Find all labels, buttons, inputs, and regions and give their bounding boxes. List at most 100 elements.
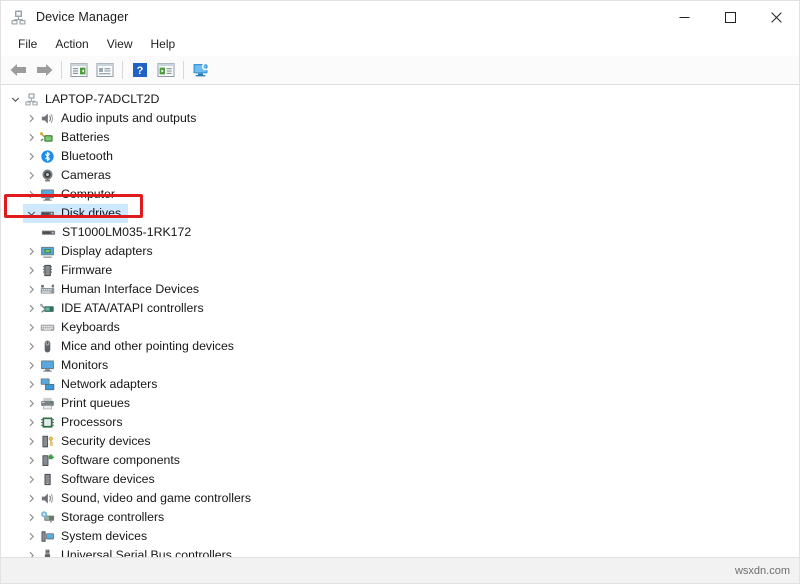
tree-row-label: Processors: [56, 413, 130, 432]
system-device-icon: [39, 528, 56, 545]
tree-row-cameras[interactable]: Cameras: [1, 166, 799, 185]
tree-row-computer[interactable]: Computer: [1, 185, 799, 204]
show-hide-console-tree-button[interactable]: [66, 58, 92, 82]
help-question-icon: ?: [132, 62, 148, 78]
tree-row-label: Batteries: [56, 128, 117, 147]
tree-row-bluetooth[interactable]: Bluetooth: [1, 147, 799, 166]
chevron-right-icon[interactable]: [23, 508, 39, 527]
tree-row-keyboards[interactable]: Keyboards: [1, 318, 799, 337]
tree-row-security-devices[interactable]: Security devices: [1, 432, 799, 451]
tree-row-sound-video-and-game-controllers[interactable]: Sound, video and game controllers: [1, 489, 799, 508]
chevron-right-icon[interactable]: [23, 242, 39, 261]
tree-row-label: Sound, video and game controllers: [56, 489, 258, 508]
menu-help[interactable]: Help: [142, 34, 185, 55]
chevron-down-icon[interactable]: [7, 90, 23, 109]
tree-row-root[interactable]: LAPTOP-7ADCLT2D: [1, 90, 799, 109]
status-footer: wsxdn.com: [1, 558, 799, 583]
help-button[interactable]: ?: [127, 58, 153, 82]
tree-row-label: Display adapters: [56, 242, 160, 261]
properties-button[interactable]: [92, 58, 118, 82]
tree-row-label: LAPTOP-7ADCLT2D: [40, 90, 166, 109]
tree-row-software-components[interactable]: Software components: [1, 451, 799, 470]
chevron-right-icon[interactable]: [23, 109, 39, 128]
chevron-right-icon[interactable]: [23, 375, 39, 394]
chevron-right-icon[interactable]: [23, 299, 39, 318]
chevron-right-icon[interactable]: [23, 185, 39, 204]
chevron-right-icon[interactable]: [23, 413, 39, 432]
tree-row-label: Network adapters: [56, 375, 164, 394]
tree-row-batteries[interactable]: Batteries: [1, 128, 799, 147]
keyboard-icon: [39, 319, 56, 336]
camera-icon: [39, 167, 56, 184]
disk-drive-icon: [40, 224, 57, 241]
minimize-button[interactable]: [661, 1, 707, 33]
tree-row-audio-inputs-and-outputs[interactable]: Audio inputs and outputs: [1, 109, 799, 128]
tree-row-disk-drive-device[interactable]: ST1000LM035-1RK172: [1, 223, 799, 242]
chevron-right-icon[interactable]: [23, 261, 39, 280]
update-driver-button[interactable]: [153, 58, 179, 82]
tree-row-label: Storage controllers: [56, 508, 171, 527]
menu-file[interactable]: File: [9, 34, 46, 55]
chevron-down-icon[interactable]: [23, 204, 39, 223]
tree-row-mice-and-other-pointing-devices[interactable]: Mice and other pointing devices: [1, 337, 799, 356]
close-button[interactable]: [753, 1, 799, 33]
tree-row-firmware[interactable]: Firmware: [1, 261, 799, 280]
chevron-right-icon[interactable]: [23, 394, 39, 413]
tree-row-storage-controllers[interactable]: Storage controllers: [1, 508, 799, 527]
bluetooth-icon: [39, 148, 56, 165]
chevron-right-icon[interactable]: [23, 166, 39, 185]
tree-row-label: Cameras: [56, 166, 118, 185]
processor-chip-icon: [39, 414, 56, 431]
tree-row-human-interface-devices[interactable]: Human Interface Devices: [1, 280, 799, 299]
tree-row-processors[interactable]: Processors: [1, 413, 799, 432]
tree-row-system-devices[interactable]: System devices: [1, 527, 799, 546]
tree-row-label: Firmware: [56, 261, 119, 280]
chevron-right-icon[interactable]: [23, 546, 39, 558]
chevron-right-icon[interactable]: [23, 489, 39, 508]
software-component-icon: [39, 452, 56, 469]
window-title: Device Manager: [36, 10, 128, 24]
hid-icon: [39, 281, 56, 298]
chevron-right-icon[interactable]: [23, 318, 39, 337]
tree-row-network-adapters[interactable]: Network adapters: [1, 375, 799, 394]
tree-row-ide-ata-atapi-controllers[interactable]: IDE ATA/ATAPI controllers: [1, 299, 799, 318]
speaker-icon: [39, 490, 56, 507]
menu-view[interactable]: View: [98, 34, 142, 55]
tree-row-universal-serial-bus-controllers[interactable]: Universal Serial Bus controllers: [1, 546, 799, 558]
tree-row-software-devices[interactable]: Software devices: [1, 470, 799, 489]
network-adapter-icon: [39, 376, 56, 393]
usb-icon: [39, 547, 56, 558]
update-driver-icon: [157, 62, 175, 78]
battery-icon: [39, 129, 56, 146]
tree-row-print-queues[interactable]: Print queues: [1, 394, 799, 413]
chevron-right-icon[interactable]: [23, 432, 39, 451]
chevron-right-icon[interactable]: [23, 451, 39, 470]
chevron-right-icon[interactable]: [23, 147, 39, 166]
chevron-right-icon[interactable]: [23, 128, 39, 147]
scan-hardware-changes-button[interactable]: [188, 58, 214, 82]
minimize-icon: [679, 12, 690, 23]
toolbar: ?: [1, 56, 799, 85]
chevron-right-icon[interactable]: [23, 356, 39, 375]
tree-row-label: Audio inputs and outputs: [56, 109, 203, 128]
chevron-right-icon[interactable]: [23, 280, 39, 299]
tree-row-monitors[interactable]: Monitors: [1, 356, 799, 375]
maximize-button[interactable]: [707, 1, 753, 33]
disk-drive-icon: [39, 205, 56, 222]
tree-row-label: Disk drives: [56, 204, 128, 223]
forward-button[interactable]: [31, 58, 57, 82]
tree-row-label: Computer: [56, 185, 122, 204]
chevron-right-icon[interactable]: [23, 470, 39, 489]
title-bar: Device Manager: [1, 1, 799, 33]
menu-action[interactable]: Action: [46, 34, 97, 55]
back-button[interactable]: [5, 58, 31, 82]
window-controls: [661, 1, 799, 33]
software-device-icon: [39, 471, 56, 488]
device-tree[interactable]: LAPTOP-7ADCLT2D Audio inputs and outputs: [1, 85, 799, 558]
chevron-right-icon[interactable]: [23, 527, 39, 546]
tree-row-disk-drives[interactable]: Disk drives: [1, 204, 799, 223]
tree-row-label: ST1000LM035-1RK172: [57, 223, 198, 242]
display-adapter-icon: [39, 243, 56, 260]
chevron-right-icon[interactable]: [23, 337, 39, 356]
tree-row-display-adapters[interactable]: Display adapters: [1, 242, 799, 261]
